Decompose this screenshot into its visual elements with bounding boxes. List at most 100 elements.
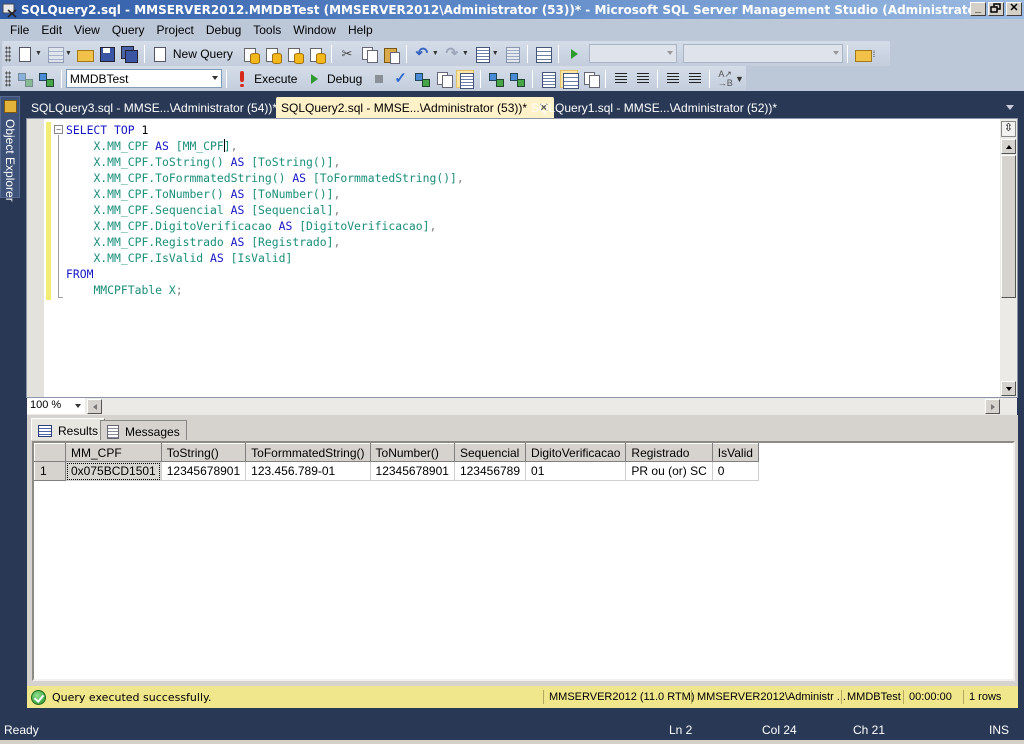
tab-sqlquery1[interactable]: SQLQuery1.sql - MMSE...\Administrator (5… — [526, 98, 782, 118]
intellisense-enabled-icon[interactable] — [456, 69, 474, 89]
column-header[interactable]: ToNumber() — [369, 443, 455, 462]
table-cell[interactable]: PR ou (or) SC — [625, 461, 713, 481]
start-debugging-icon[interactable] — [565, 45, 583, 63]
column-header[interactable]: ToFormmatedString() — [245, 443, 371, 462]
messages-tab[interactable]: Messages — [100, 420, 187, 440]
menu-tools[interactable]: Tools — [247, 23, 287, 37]
dropdown-arrow-icon[interactable]: ▼ — [65, 50, 72, 57]
include-actual-plan-icon[interactable] — [487, 70, 505, 88]
tab-sqlquery2[interactable]: SQLQuery2.sql - MMSE...\Administrator (5… — [276, 97, 555, 118]
toolbar-options-icon[interactable]: ▼ — [735, 74, 744, 84]
navigate-forward-icon[interactable] — [503, 45, 521, 63]
collapse-region-icon[interactable]: − — [54, 125, 63, 134]
new-query-button[interactable]: New Query — [173, 47, 233, 61]
copy-icon[interactable] — [360, 45, 378, 63]
new-query-icon[interactable] — [151, 45, 169, 63]
toolbar-grip[interactable] — [5, 70, 11, 87]
open-file-icon[interactable] — [76, 45, 94, 63]
table-cell[interactable]: 123456789 — [454, 461, 527, 481]
table-cell[interactable]: 0 — [712, 461, 759, 481]
change-connection-icon[interactable] — [37, 70, 55, 88]
menu-query[interactable]: Query — [106, 23, 151, 37]
include-client-statistics-icon[interactable] — [508, 70, 526, 88]
results-grid[interactable]: MM_CPF ToString() ToFormmatedString() To… — [32, 441, 1015, 681]
minimize-button[interactable]: _ — [970, 2, 986, 16]
sql-editor[interactable]: − SELECT TOP 1 X.MM_CPF AS [MM_CPF], X.M… — [26, 118, 1018, 398]
results-to-grid-icon[interactable] — [560, 69, 579, 89]
analysis-services-dmx-query-icon[interactable] — [285, 45, 304, 64]
table-cell[interactable]: 123.456.789-01 — [245, 461, 371, 481]
debug-button[interactable]: Debug — [327, 72, 362, 86]
table-cell[interactable]: 12345678901 — [161, 461, 247, 481]
new-project-icon[interactable] — [16, 45, 34, 63]
scroll-down-button[interactable] — [1001, 381, 1016, 396]
save-all-icon[interactable] — [120, 45, 138, 63]
solution-platforms-combo[interactable] — [682, 44, 843, 63]
results-to-text-icon[interactable] — [539, 70, 557, 88]
object-explorer-collapsed-tab[interactable]: Object Explorer — [0, 96, 20, 202]
tab-overflow-dropdown-icon[interactable] — [1006, 105, 1014, 110]
table-cell[interactable]: 12345678901 — [370, 461, 455, 481]
execute-icon[interactable] — [233, 70, 251, 88]
analysis-services-mdx-query-icon[interactable] — [263, 45, 282, 64]
menu-file[interactable]: File — [4, 23, 35, 37]
comment-lines-icon[interactable] — [612, 70, 630, 88]
execute-button[interactable]: Execute — [254, 72, 297, 86]
dropdown-arrow-icon[interactable]: ▼ — [462, 50, 469, 57]
redo-icon[interactable]: ↷ — [443, 45, 461, 63]
code-text[interactable]: SELECT TOP 1 X.MM_CPF AS [MM_CPF], X.MM_… — [66, 122, 464, 298]
column-header[interactable]: IsValid — [711, 443, 759, 462]
cancel-query-icon[interactable] — [370, 70, 388, 88]
decrease-indent-icon[interactable] — [664, 70, 682, 88]
split-window-handle-icon[interactable]: ⇳ — [1001, 121, 1016, 137]
row-header-corner[interactable] — [34, 443, 66, 462]
close-window-button[interactable]: ✕ — [1006, 2, 1022, 16]
column-header[interactable]: ToString() — [160, 443, 247, 462]
restore-button[interactable] — [988, 2, 1004, 16]
paste-icon[interactable] — [382, 45, 400, 64]
tab-sqlquery3[interactable]: SQLQuery3.sql - MMSE...\Administrator (5… — [26, 98, 282, 118]
undo-icon[interactable]: ↶ — [413, 45, 431, 63]
connect-icon[interactable] — [16, 70, 34, 88]
activity-monitor-icon[interactable] — [534, 45, 552, 63]
dropdown-arrow-icon[interactable]: ▼ — [432, 50, 439, 57]
find-in-files-icon[interactable] — [854, 45, 872, 63]
cut-icon[interactable]: ✂ — [338, 45, 356, 63]
row-number[interactable]: 1 — [34, 461, 66, 481]
increase-indent-icon[interactable] — [686, 70, 704, 88]
uncomment-lines-icon[interactable] — [634, 70, 652, 88]
scroll-thumb[interactable] — [1001, 155, 1016, 298]
column-header[interactable]: Registrado — [625, 443, 713, 462]
save-icon[interactable] — [98, 45, 116, 63]
menu-project[interactable]: Project — [151, 23, 200, 37]
table-cell[interactable]: 01 — [525, 461, 627, 481]
toolbar-grip[interactable] — [5, 45, 11, 62]
menu-debug[interactable]: Debug — [200, 23, 247, 37]
dropdown-arrow-icon[interactable]: ▼ — [35, 50, 42, 57]
scroll-right-button[interactable] — [985, 399, 1000, 414]
display-estimated-plan-icon[interactable] — [413, 70, 431, 88]
add-new-item-icon[interactable] — [46, 45, 64, 63]
scroll-up-button[interactable] — [1001, 139, 1016, 154]
specify-template-parameters-icon[interactable]: A↗ →B — [716, 69, 734, 88]
column-header[interactable]: MM_CPF — [65, 443, 162, 462]
dropdown-arrow-icon[interactable]: ▼ — [492, 50, 499, 57]
menu-edit[interactable]: Edit — [35, 23, 68, 37]
menu-view[interactable]: View — [68, 23, 106, 37]
editor-vertical-scrollbar[interactable]: ⇳ — [1000, 119, 1017, 397]
editor-horizontal-scrollbar[interactable]: 100 % — [27, 398, 1017, 415]
debug-icon[interactable] — [305, 70, 323, 88]
menu-help[interactable]: Help — [342, 23, 379, 37]
analysis-services-xmla-query-icon[interactable] — [307, 45, 326, 64]
zoom-level-combo[interactable]: 100 % — [27, 398, 85, 414]
parse-icon[interactable]: ✓ — [392, 70, 410, 88]
results-tab[interactable]: Results — [31, 418, 106, 440]
database-engine-query-icon[interactable] — [241, 45, 260, 64]
menu-window[interactable]: Window — [287, 23, 342, 37]
table-cell[interactable]: 0x075BCD1501 — [65, 461, 162, 481]
scroll-left-button[interactable] — [87, 399, 102, 414]
results-to-file-icon[interactable] — [582, 70, 600, 88]
column-header[interactable]: DigitoVerificacao — [525, 443, 627, 462]
ssms-app-icon[interactable] — [2, 2, 18, 18]
solution-configurations-combo[interactable] — [588, 44, 677, 63]
